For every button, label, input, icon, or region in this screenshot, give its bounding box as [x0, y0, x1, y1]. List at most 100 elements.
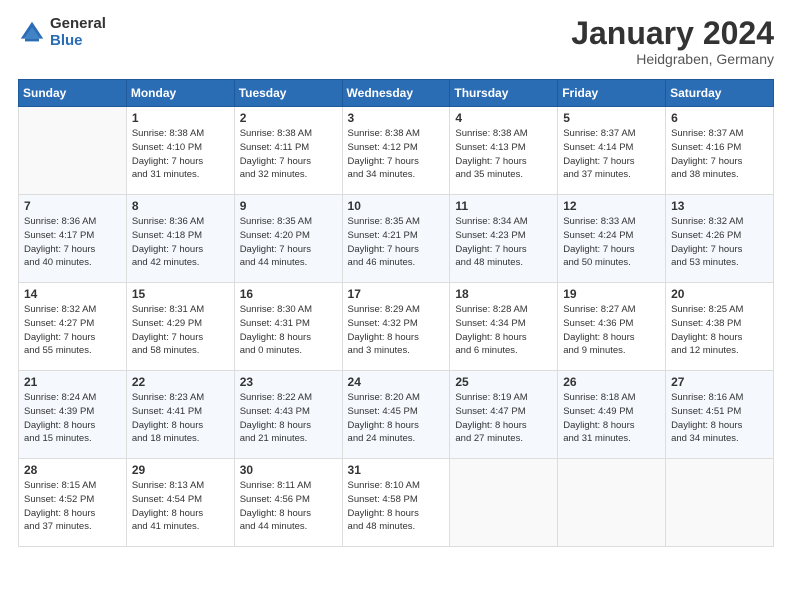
calendar-day-cell: 20 Sunrise: 8:25 AMSunset: 4:38 PMDayligh… — [666, 283, 774, 371]
calendar-week-row: 1Sunrise: 8:38 AMSunset: 4:10 PMDaylight… — [19, 107, 774, 195]
calendar-day-cell: 21 Sunrise: 8:24 AMSunset: 4:39 PMDayligh… — [19, 371, 127, 459]
calendar-day-cell: 5 Sunrise: 8:37 AMSunset: 4:14 PMDaylight… — [558, 107, 666, 195]
day-number: 6 — [671, 111, 768, 125]
day-number: 26 — [563, 375, 660, 389]
day-number: 21 — [24, 375, 121, 389]
day-info: Sunrise: 8:11 AMSunset: 4:56 PMDaylight:… — [240, 479, 337, 534]
calendar-day-cell: 15 Sunrise: 8:31 AMSunset: 4:29 PMDayligh… — [126, 283, 234, 371]
logo: General Blue — [18, 16, 106, 49]
calendar-day-cell: 27 Sunrise: 8:16 AMSunset: 4:51 PMDayligh… — [666, 371, 774, 459]
day-info: Sunrise: 8:32 AMSunset: 4:27 PMDaylight:… — [24, 303, 121, 358]
day-info: Sunrise: 8:35 AMSunset: 4:20 PMDaylight:… — [240, 215, 337, 270]
calendar-day-cell: 25 Sunrise: 8:19 AMSunset: 4:47 PMDayligh… — [450, 371, 558, 459]
day-number: 12 — [563, 199, 660, 213]
weekday-header-cell: Tuesday — [234, 80, 342, 107]
calendar-day-cell: 4 Sunrise: 8:38 AMSunset: 4:13 PMDaylight… — [450, 107, 558, 195]
day-info: Sunrise: 8:22 AMSunset: 4:43 PMDaylight:… — [240, 391, 337, 446]
weekday-header-cell: Thursday — [450, 80, 558, 107]
calendar-day-cell: 3 Sunrise: 8:38 AMSunset: 4:12 PMDaylight… — [342, 107, 450, 195]
weekday-header-cell: Sunday — [19, 80, 127, 107]
title-block: January 2024 Heidgraben, Germany — [571, 16, 774, 67]
weekday-header-cell: Saturday — [666, 80, 774, 107]
day-number: 13 — [671, 199, 768, 213]
day-info: Sunrise: 8:38 AMSunset: 4:12 PMDaylight:… — [348, 127, 445, 182]
day-number: 27 — [671, 375, 768, 389]
calendar-day-cell — [19, 107, 127, 195]
calendar-day-cell: 11 Sunrise: 8:34 AMSunset: 4:23 PMDayligh… — [450, 195, 558, 283]
calendar-day-cell: 19Sunrise: 8:27 AMSunset: 4:36 PMDayligh… — [558, 283, 666, 371]
day-info: Sunrise: 8:20 AMSunset: 4:45 PMDaylight:… — [348, 391, 445, 446]
calendar-day-cell: 28Sunrise: 8:15 AMSunset: 4:52 PMDayligh… — [19, 459, 127, 547]
day-info: Sunrise: 8:30 AMSunset: 4:31 PMDaylight:… — [240, 303, 337, 358]
day-info: Sunrise: 8:36 AMSunset: 4:17 PMDaylight:… — [24, 215, 121, 270]
logo-text: General Blue — [50, 16, 106, 49]
calendar-day-cell — [558, 459, 666, 547]
day-info: Sunrise: 8:36 AMSunset: 4:18 PMDaylight:… — [132, 215, 229, 270]
calendar-week-row: 7 Sunrise: 8:36 AMSunset: 4:17 PMDaylight… — [19, 195, 774, 283]
calendar-day-cell: 13 Sunrise: 8:32 AMSunset: 4:26 PMDayligh… — [666, 195, 774, 283]
calendar-day-cell: 16 Sunrise: 8:30 AMSunset: 4:31 PMDayligh… — [234, 283, 342, 371]
calendar-day-cell: 18 Sunrise: 8:28 AMSunset: 4:34 PMDayligh… — [450, 283, 558, 371]
day-info: Sunrise: 8:37 AMSunset: 4:16 PMDaylight:… — [671, 127, 768, 182]
month-title: January 2024 — [571, 16, 774, 51]
day-info: Sunrise: 8:24 AMSunset: 4:39 PMDaylight:… — [24, 391, 121, 446]
day-number: 1 — [132, 111, 229, 125]
day-number: 10 — [348, 199, 445, 213]
weekday-header-cell: Wednesday — [342, 80, 450, 107]
day-info: Sunrise: 8:38 AMSunset: 4:11 PMDaylight:… — [240, 127, 337, 182]
day-number: 25 — [455, 375, 552, 389]
calendar-day-cell: 22Sunrise: 8:23 AMSunset: 4:41 PMDayligh… — [126, 371, 234, 459]
day-number: 14 — [24, 287, 121, 301]
calendar-day-cell: 14 Sunrise: 8:32 AMSunset: 4:27 PMDayligh… — [19, 283, 127, 371]
calendar-week-row: 21 Sunrise: 8:24 AMSunset: 4:39 PMDayligh… — [19, 371, 774, 459]
calendar-day-cell: 12 Sunrise: 8:33 AMSunset: 4:24 PMDayligh… — [558, 195, 666, 283]
day-info: Sunrise: 8:37 AMSunset: 4:14 PMDaylight:… — [563, 127, 660, 182]
day-info: Sunrise: 8:29 AMSunset: 4:32 PMDaylight:… — [348, 303, 445, 358]
day-info: Sunrise: 8:19 AMSunset: 4:47 PMDaylight:… — [455, 391, 552, 446]
day-info: Sunrise: 8:25 AMSunset: 4:38 PMDaylight:… — [671, 303, 768, 358]
calendar-day-cell: 17 Sunrise: 8:29 AMSunset: 4:32 PMDayligh… — [342, 283, 450, 371]
calendar-day-cell: 2Sunrise: 8:38 AMSunset: 4:11 PMDaylight… — [234, 107, 342, 195]
day-number: 5 — [563, 111, 660, 125]
day-info: Sunrise: 8:27 AMSunset: 4:36 PMDaylight:… — [563, 303, 660, 358]
day-info: Sunrise: 8:38 AMSunset: 4:13 PMDaylight:… — [455, 127, 552, 182]
calendar-day-cell: 24 Sunrise: 8:20 AMSunset: 4:45 PMDayligh… — [342, 371, 450, 459]
logo-general-text: General — [50, 16, 106, 33]
weekday-header-row: SundayMondayTuesdayWednesdayThursdayFrid… — [19, 80, 774, 107]
calendar-day-cell: 1Sunrise: 8:38 AMSunset: 4:10 PMDaylight… — [126, 107, 234, 195]
calendar-day-cell: 29Sunrise: 8:13 AMSunset: 4:54 PMDayligh… — [126, 459, 234, 547]
calendar-day-cell: 9Sunrise: 8:35 AMSunset: 4:20 PMDaylight… — [234, 195, 342, 283]
location: Heidgraben, Germany — [571, 51, 774, 67]
day-number: 8 — [132, 199, 229, 213]
calendar-page: General Blue January 2024 Heidgraben, Ge… — [0, 0, 792, 612]
day-number: 20 — [671, 287, 768, 301]
day-number: 28 — [24, 463, 121, 477]
day-number: 30 — [240, 463, 337, 477]
day-info: Sunrise: 8:28 AMSunset: 4:34 PMDaylight:… — [455, 303, 552, 358]
day-info: Sunrise: 8:35 AMSunset: 4:21 PMDaylight:… — [348, 215, 445, 270]
day-info: Sunrise: 8:33 AMSunset: 4:24 PMDaylight:… — [563, 215, 660, 270]
day-number: 11 — [455, 199, 552, 213]
header: General Blue January 2024 Heidgraben, Ge… — [18, 16, 774, 67]
calendar-week-row: 14 Sunrise: 8:32 AMSunset: 4:27 PMDayligh… — [19, 283, 774, 371]
calendar-day-cell: 30 Sunrise: 8:11 AMSunset: 4:56 PMDayligh… — [234, 459, 342, 547]
day-number: 17 — [348, 287, 445, 301]
calendar-table: SundayMondayTuesdayWednesdayThursdayFrid… — [18, 79, 774, 547]
day-info: Sunrise: 8:34 AMSunset: 4:23 PMDaylight:… — [455, 215, 552, 270]
day-number: 16 — [240, 287, 337, 301]
calendar-day-cell — [666, 459, 774, 547]
day-info: Sunrise: 8:16 AMSunset: 4:51 PMDaylight:… — [671, 391, 768, 446]
logo-icon — [18, 19, 46, 47]
day-number: 15 — [132, 287, 229, 301]
day-info: Sunrise: 8:31 AMSunset: 4:29 PMDaylight:… — [132, 303, 229, 358]
calendar-day-cell: 8 Sunrise: 8:36 AMSunset: 4:18 PMDaylight… — [126, 195, 234, 283]
day-number: 7 — [24, 199, 121, 213]
day-number: 3 — [348, 111, 445, 125]
day-number: 18 — [455, 287, 552, 301]
day-info: Sunrise: 8:32 AMSunset: 4:26 PMDaylight:… — [671, 215, 768, 270]
day-number: 24 — [348, 375, 445, 389]
day-number: 22 — [132, 375, 229, 389]
calendar-day-cell: 31Sunrise: 8:10 AMSunset: 4:58 PMDayligh… — [342, 459, 450, 547]
day-info: Sunrise: 8:18 AMSunset: 4:49 PMDaylight:… — [563, 391, 660, 446]
day-number: 4 — [455, 111, 552, 125]
